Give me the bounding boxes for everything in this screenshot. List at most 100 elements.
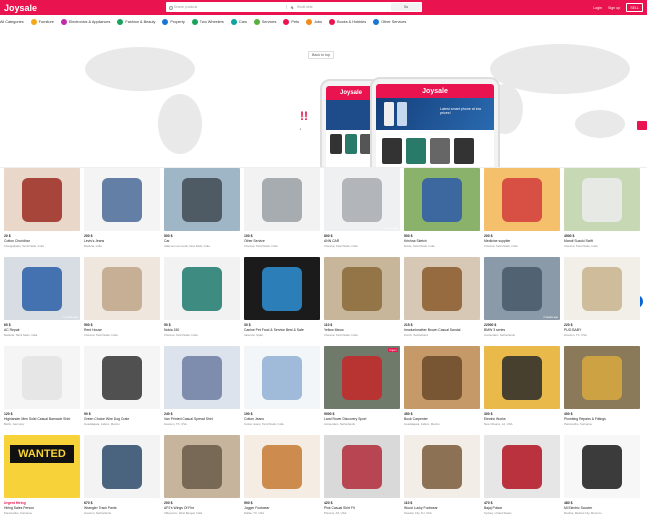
- product-card[interactable]: WANTED Urgent Hiring Hiring Sales Person Pa…: [4, 435, 80, 521]
- product-card[interactable]: 500 $ Car Alaimoni-Lai mondi, New Delhi, I…: [164, 168, 240, 254]
- product-card[interactable]: Urgent 9000 $ Land Rover Discovery Sport Am…: [324, 346, 400, 432]
- product-image[interactable]: [244, 435, 320, 498]
- category-item[interactable]: Property: [162, 19, 185, 25]
- product-card[interactable]: 50 $ Nokia 150 Chennai, Tamil Nadu, India: [164, 257, 240, 343]
- product-card[interactable]: 220 $ PUG BABY Houston, TX, USA: [564, 257, 640, 343]
- product-card[interactable]: 200 $ APJ's Wings Of Fire Villupuram, West…: [164, 435, 240, 521]
- product-title[interactable]: Book Carpenter: [404, 417, 480, 421]
- product-title[interactable]: Medicine supplier: [484, 239, 560, 243]
- product-title[interactable]: Other Service: [244, 239, 320, 243]
- login-link[interactable]: Login: [593, 6, 602, 10]
- product-image[interactable]: [84, 346, 160, 409]
- product-card[interactable]: 480 $ Mi Electric Scooter Medina, Medina C…: [564, 435, 640, 521]
- product-title[interactable]: Nokia 150: [164, 328, 240, 332]
- product-image[interactable]: [244, 346, 320, 409]
- product-card[interactable]: 7 months ago 800 $ ANN CAR Chennai, Tamil N…: [324, 168, 400, 254]
- product-title[interactable]: Yellow Meow: [324, 328, 400, 332]
- product-card[interactable]: 30 $ Canine Pet Food & Service Best & Saf…: [244, 257, 320, 343]
- product-card[interactable]: 500 $ Krishna Sketch Erode, Tamil Nadu, In…: [404, 168, 480, 254]
- product-title[interactable]: APJ's Wings Of Fire: [164, 506, 240, 510]
- product-card[interactable]: 2 weeks ago 22000 $ BMW 3 series Amsterdam,…: [484, 257, 560, 343]
- product-title[interactable]: BMW 3 series: [484, 328, 560, 332]
- product-card[interactable]: 450 $ Book Carpenter Guadalajara, Jalisco,…: [404, 346, 480, 432]
- product-title[interactable]: Plumbing Repairs & Fittings: [564, 417, 640, 421]
- product-title[interactable]: Van Printed Casual Spread Shirt: [164, 417, 240, 421]
- product-title[interactable]: Hiring Sales Person: [4, 506, 80, 510]
- product-card[interactable]: 670 $ Wrangler Track Pants Houston, Nether…: [84, 435, 160, 521]
- product-image[interactable]: [84, 168, 160, 231]
- product-title[interactable]: Levis's Jeans: [84, 239, 160, 243]
- side-filter-button[interactable]: [637, 121, 647, 130]
- product-card[interactable]: 90 $ Green Choice Wire Dog Crate Guadalaja…: [84, 346, 160, 432]
- product-image[interactable]: [564, 168, 640, 231]
- product-title[interactable]: Car: [164, 239, 240, 243]
- product-title[interactable]: ANN CAR: [324, 239, 400, 243]
- product-title[interactable]: Maruti Suzuki Swift: [564, 239, 640, 243]
- product-card[interactable]: 500 $ Rent House Chennai, Tamil Nadu, Indi…: [84, 257, 160, 343]
- product-title[interactable]: Bajaj Pulsar: [484, 506, 560, 510]
- product-image[interactable]: [484, 435, 560, 498]
- product-card[interactable]: 110 $ Wood Lucky Footwear Sweden City, NJ,…: [404, 435, 480, 521]
- product-card[interactable]: 400 $ Plumbing Repairs & Fittings Paramari…: [564, 346, 640, 432]
- category-item[interactable]: Jobs: [306, 19, 322, 25]
- product-image[interactable]: [84, 435, 160, 498]
- product-title[interactable]: Imodunheather Brown Casual Sandal: [404, 328, 480, 332]
- location-input[interactable]: World wide: [286, 5, 391, 9]
- product-image[interactable]: 7 months ago: [324, 168, 400, 231]
- product-card[interactable]: 200 $ Levis's Jeans Madurai, India: [84, 168, 160, 254]
- product-image[interactable]: [164, 435, 240, 498]
- product-card[interactable]: 900 $ Jogger Footwear Dallas, TX, USA: [244, 435, 320, 521]
- product-title[interactable]: Land Rover Discovery Sport: [324, 417, 400, 421]
- product-title[interactable]: Highlander Men Solid Casual Barnacle Shi…: [4, 417, 80, 421]
- product-card[interactable]: 100 $ Other Service Chennai, Tamil Nadu, I…: [244, 168, 320, 254]
- product-image[interactable]: [164, 257, 240, 320]
- product-image[interactable]: [404, 168, 480, 231]
- product-card[interactable]: 120 $ Highlander Men Solid Casual Barnacl…: [4, 346, 80, 432]
- category-item[interactable]: Other Services: [373, 19, 406, 25]
- category-item[interactable]: Books & Hobbies: [329, 19, 366, 25]
- search-button[interactable]: Go: [391, 3, 421, 11]
- sell-button[interactable]: SELL: [626, 3, 643, 12]
- category-item[interactable]: Pets: [283, 19, 299, 25]
- product-image[interactable]: [564, 435, 640, 498]
- product-title[interactable]: Rent House: [84, 328, 160, 332]
- product-image[interactable]: 2 weeks ago: [484, 257, 560, 320]
- product-image[interactable]: [484, 346, 560, 409]
- product-image[interactable]: [244, 168, 320, 231]
- signup-link[interactable]: Sign up: [608, 6, 620, 10]
- product-image[interactable]: [404, 257, 480, 320]
- product-title[interactable]: Canine Pet Food & Service Best & Safe: [244, 328, 320, 332]
- product-card[interactable]: 110 $ Yellow Meow Chennai, Tamil Nadu, Ind…: [324, 257, 400, 343]
- category-item[interactable]: Cars: [230, 19, 247, 25]
- product-image[interactable]: [164, 168, 240, 231]
- product-image[interactable]: Urgent: [324, 346, 400, 409]
- category-item[interactable]: Furniture: [30, 19, 54, 25]
- category-item[interactable]: Fashion & Beauty: [117, 19, 155, 25]
- product-image[interactable]: [484, 168, 560, 231]
- product-image[interactable]: [404, 435, 480, 498]
- product-title[interactable]: Cotton Jeans: [244, 417, 320, 421]
- category-item[interactable]: All Categories: [0, 20, 24, 24]
- product-image[interactable]: [324, 435, 400, 498]
- product-title[interactable]: Pink Casual Shirt Fit: [324, 506, 400, 510]
- product-card[interactable]: 20 $ Cotton Churidhar Chengalpattu, Tamil …: [4, 168, 80, 254]
- product-card[interactable]: 200 $ Medicine supplier Chennai, Tamil Nad…: [484, 168, 560, 254]
- product-image[interactable]: [4, 168, 80, 231]
- product-title[interactable]: Mi Electric Scooter: [564, 506, 640, 510]
- search-input[interactable]: Search products: [166, 5, 286, 10]
- product-image[interactable]: 7 months ago: [4, 257, 80, 320]
- product-image[interactable]: [4, 346, 80, 409]
- product-title[interactable]: Jogger Footwear: [244, 506, 320, 510]
- product-image[interactable]: [404, 346, 480, 409]
- product-card[interactable]: 470 $ Bajaj Pulsar Sydney, United States: [484, 435, 560, 521]
- product-title[interactable]: PUG BABY: [564, 328, 640, 332]
- category-item[interactable]: Services: [253, 19, 276, 25]
- product-card[interactable]: 420 $ Pink Casual Shirt Fit Phoenix, AZ, U…: [324, 435, 400, 521]
- product-card[interactable]: 240 $ Van Printed Casual Spread Shirt Hous…: [164, 346, 240, 432]
- product-title[interactable]: Wood Lucky Footwear: [404, 506, 480, 510]
- product-title[interactable]: Green Choice Wire Dog Crate: [84, 417, 160, 421]
- product-image[interactable]: [84, 257, 160, 320]
- back-to-top-button[interactable]: Back to top: [308, 51, 334, 59]
- product-image[interactable]: [564, 346, 640, 409]
- product-card[interactable]: 190 $ Cotton Jeans Cotton Jeans, Tamil Nad…: [244, 346, 320, 432]
